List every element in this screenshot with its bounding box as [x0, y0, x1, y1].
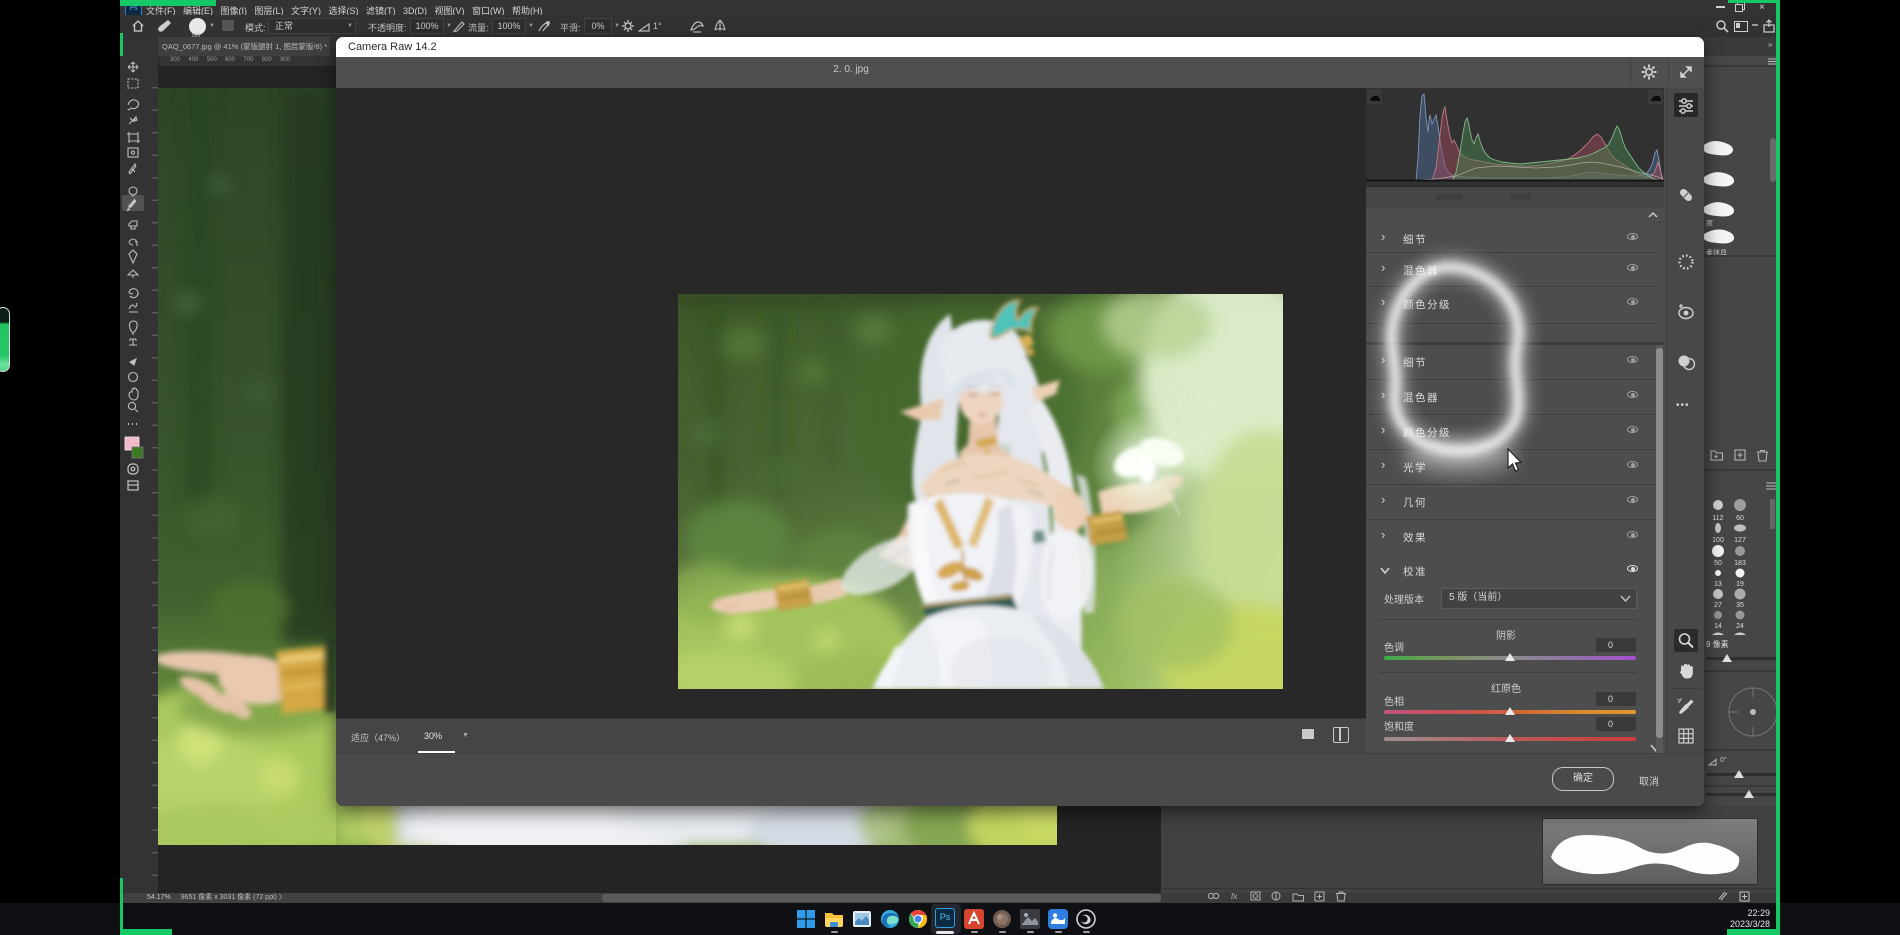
svg-text:60: 60 — [1736, 515, 1744, 522]
svg-text:35: 35 — [1736, 602, 1744, 609]
svg-text:183: 183 — [1734, 560, 1746, 567]
svg-text:24: 24 — [1736, 623, 1744, 630]
svg-text:19: 19 — [1736, 581, 1744, 588]
svg-text:100: 100 — [1712, 537, 1724, 544]
svg-text:27: 27 — [1714, 602, 1722, 609]
svg-text:112: 112 — [1712, 515, 1723, 522]
svg-text:fx: fx — [1231, 892, 1238, 901]
svg-text:度: 度 — [1706, 218, 1713, 227]
svg-text:127: 127 — [1734, 537, 1746, 544]
svg-text:50: 50 — [1714, 560, 1722, 567]
svg-text:13: 13 — [1714, 581, 1722, 588]
svg-text:14: 14 — [1714, 623, 1722, 630]
